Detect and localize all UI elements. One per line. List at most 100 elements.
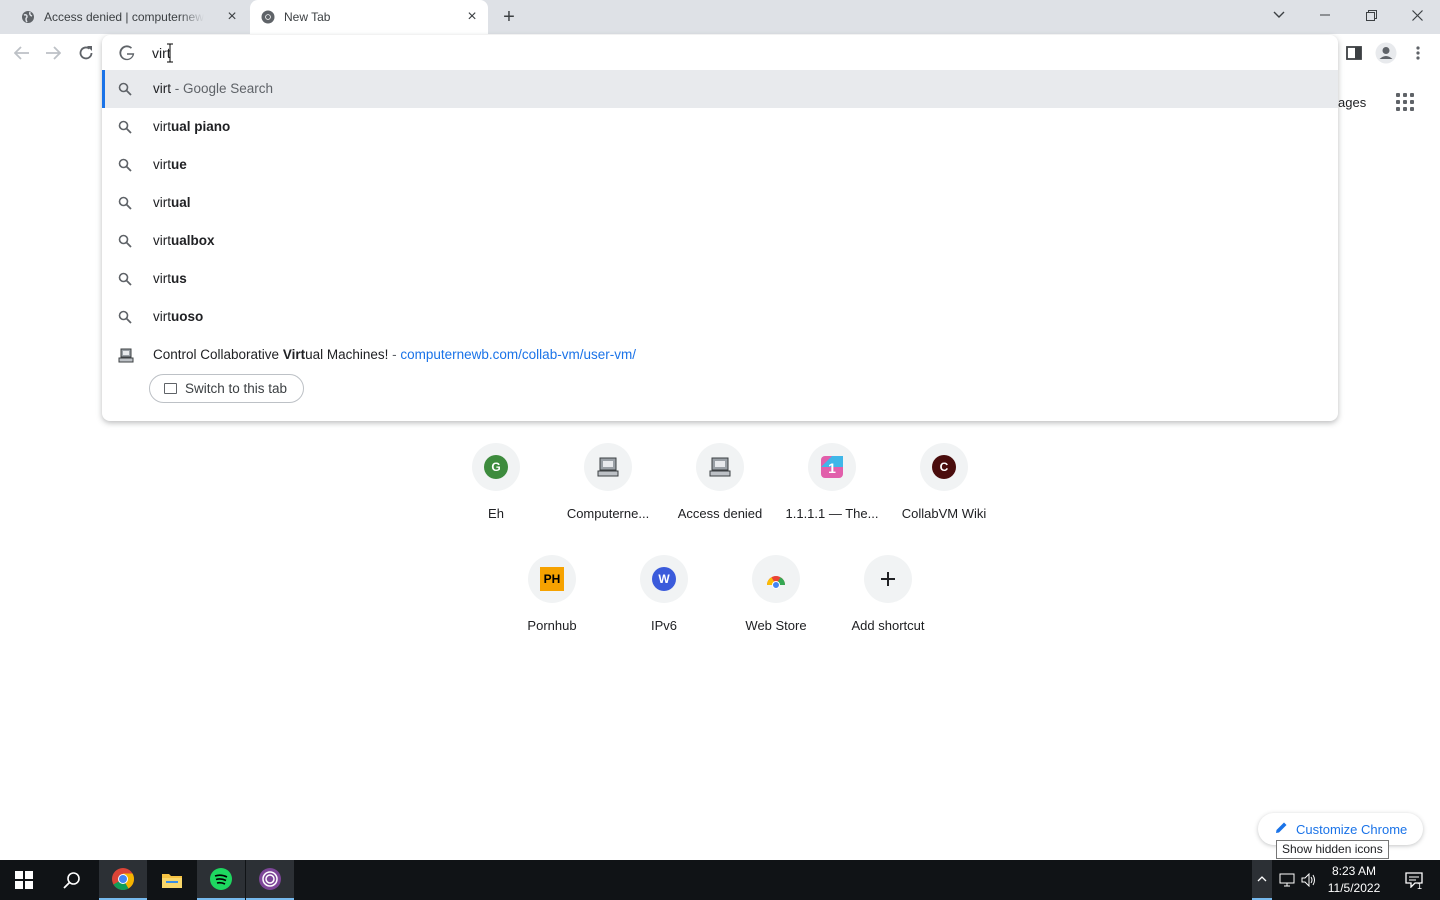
shortcut-web-store[interactable]: Web Store	[720, 555, 832, 655]
suggestion-prefix: virt	[153, 81, 171, 96]
reload-button[interactable]	[73, 40, 99, 66]
suggestion-row[interactable]: virtual piano	[102, 108, 1338, 146]
suggestion-row[interactable]: virt - Google Search	[102, 70, 1338, 108]
search-icon	[118, 120, 132, 134]
suggestion-row[interactable]: virtus	[102, 260, 1338, 298]
apps-grid-icon[interactable]	[1396, 93, 1414, 111]
shortcut-favicon: W	[640, 555, 688, 603]
clock-time[interactable]: 8:23 AM	[1324, 864, 1384, 878]
history-url: computernewb.com/collab-vm/user-vm/	[400, 347, 636, 362]
volume-icon[interactable]	[1298, 860, 1320, 900]
plus-icon	[864, 555, 912, 603]
letter-avatar: W	[652, 567, 676, 591]
show-hidden-icons-tooltip: Show hidden icons	[1276, 840, 1389, 859]
search-icon[interactable]	[48, 860, 96, 900]
suggestion-prefix: virt	[153, 157, 171, 172]
shortcut-pornhub[interactable]: PH Pornhub	[496, 555, 608, 655]
back-button[interactable]	[9, 40, 35, 66]
shortcut-label: 1.1.1.1 — The...	[785, 506, 879, 521]
address-bar[interactable]: virt	[102, 35, 1338, 71]
shortcut-label: IPv6	[650, 618, 677, 633]
computer-icon	[696, 443, 744, 491]
tab-close-icon[interactable]: ×	[224, 9, 240, 25]
shortcut-favicon: G	[472, 443, 520, 491]
suggestion-prefix: virt	[153, 233, 171, 248]
shortcut-favicon: PH	[528, 555, 576, 603]
history-title-post: ual Machines!	[305, 347, 389, 362]
tor-browser-icon[interactable]	[246, 860, 294, 900]
tab-title: Access denied | computernewb.com	[44, 10, 204, 24]
shortcut-collabvm-wiki[interactable]: C CollabVM Wiki	[888, 443, 1000, 543]
search-icon	[118, 310, 132, 324]
shortcut-ipv6[interactable]: W IPv6	[608, 555, 720, 655]
shortcut-eh[interactable]: G Eh	[440, 443, 552, 543]
shortcut-label: Add shortcut	[851, 618, 925, 633]
suggestion-row[interactable]: virtuoso	[102, 298, 1338, 336]
clock-date[interactable]: 11/5/2022	[1324, 881, 1384, 895]
suggestion-prefix: virt	[153, 195, 171, 210]
webstore-icon	[752, 555, 800, 603]
restore-button[interactable]	[1348, 0, 1394, 30]
shortcut-label: Web Store	[745, 618, 807, 633]
globe-icon	[20, 9, 36, 25]
side-panel-icon[interactable]	[1341, 40, 1367, 66]
suggestion-row[interactable]: virtualbox	[102, 222, 1338, 260]
suggestion-prefix: virt	[153, 271, 171, 286]
suggestion-completion: uoso	[171, 309, 204, 324]
tab-switch-icon	[164, 383, 177, 394]
chrome-icon	[260, 9, 276, 25]
shortcut-favicon: C	[920, 443, 968, 491]
search-icon	[118, 158, 132, 172]
menu-kebab-icon[interactable]	[1405, 40, 1431, 66]
letter-avatar: G	[484, 455, 508, 479]
shortcut-label: Eh	[488, 506, 504, 521]
notifications-icon[interactable]: 1	[1394, 860, 1434, 900]
show-hidden-icons-button[interactable]	[1252, 860, 1272, 900]
shortcut-label: CollabVM Wiki	[901, 506, 987, 521]
ph-logo: PH	[540, 567, 564, 591]
images-link[interactable]: ages	[1338, 95, 1366, 110]
switch-to-tab-button[interactable]: Switch to this tab	[149, 374, 304, 403]
search-icon	[118, 196, 132, 210]
suggestion-completion: ual	[171, 195, 191, 210]
computer-icon	[584, 443, 632, 491]
tab-close-icon[interactable]: ×	[464, 9, 480, 25]
chrome-taskbar-icon[interactable]	[99, 860, 147, 900]
pencil-icon	[1274, 821, 1288, 838]
notification-count: 1	[1417, 881, 1423, 891]
tab-search-icon[interactable]	[1256, 0, 1302, 30]
shortcut-label: Access denied	[677, 506, 763, 521]
omnibox-dropdown: virt virt - Google Search virtual piano …	[102, 35, 1338, 421]
customize-label: Customize Chrome	[1296, 821, 1408, 837]
network-icon[interactable]	[1276, 860, 1298, 900]
search-icon	[118, 234, 132, 248]
shortcut-access-denied[interactable]: Access denied	[664, 443, 776, 543]
letter-avatar: C	[932, 455, 956, 479]
shortcut-computernewb[interactable]: Computerne...	[552, 443, 664, 543]
start-button[interactable]	[0, 860, 48, 900]
minimize-button[interactable]	[1302, 0, 1348, 30]
history-separator: -	[388, 347, 401, 362]
text-cursor-icon	[167, 43, 173, 63]
suggestion-row[interactable]: virtual	[102, 184, 1338, 222]
google-g-icon	[119, 45, 135, 66]
suggestion-prefix: virt	[153, 119, 171, 134]
new-tab-button[interactable]: +	[497, 6, 521, 28]
tab-access-denied[interactable]: Access denied | computernewb.com ×	[8, 0, 248, 34]
profile-avatar[interactable]	[1373, 40, 1399, 66]
history-suggestion-row[interactable]: Control Collaborative Virtual Machines! …	[102, 336, 1338, 374]
suggestion-row[interactable]: virtue	[102, 146, 1338, 184]
add-shortcut-button[interactable]: Add shortcut	[832, 555, 944, 655]
file-explorer-icon[interactable]	[148, 860, 196, 900]
forward-button[interactable]	[40, 40, 66, 66]
spotify-icon[interactable]	[197, 860, 245, 900]
tab-new-tab[interactable]: New Tab ×	[250, 0, 488, 34]
shortcut-1111[interactable]: 1 1.1.1.1 — The...	[776, 443, 888, 543]
close-window-button[interactable]	[1394, 0, 1440, 30]
suggestion-completion: ue	[171, 157, 187, 172]
suggestion-completion: ualbox	[171, 233, 215, 248]
history-title-pre: Control Collaborative	[153, 347, 283, 362]
shortcut-label: Computerne...	[566, 506, 650, 521]
search-icon	[118, 272, 132, 286]
suggestion-completion: ual piano	[171, 119, 231, 134]
